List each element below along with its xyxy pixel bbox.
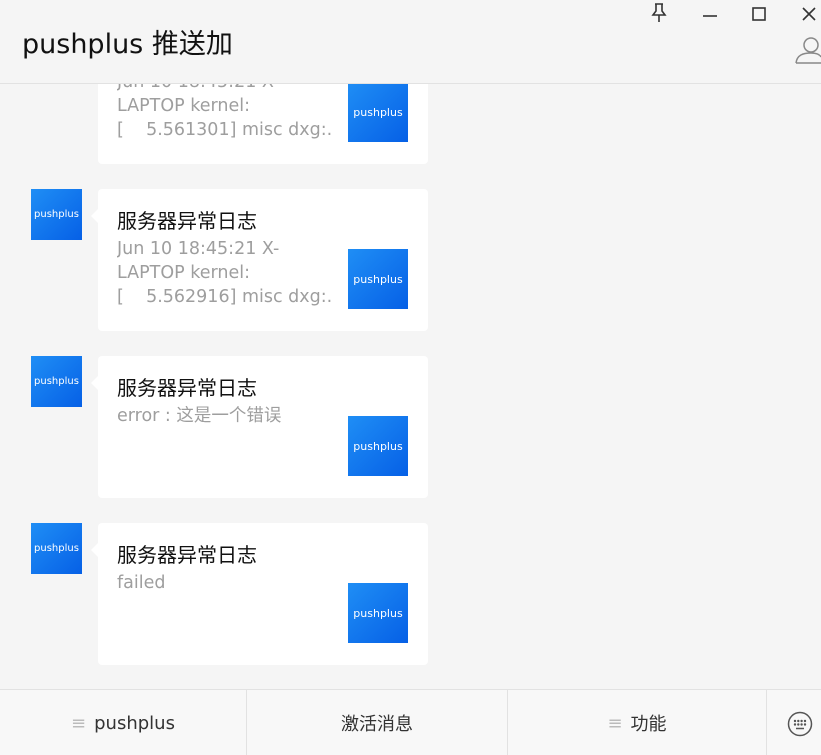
sender-avatar: pushplus bbox=[31, 523, 82, 574]
message-thumbnail: pushplus bbox=[348, 84, 408, 142]
menu-label: 功能 bbox=[630, 714, 667, 735]
close-button[interactable] bbox=[794, 0, 821, 26]
message-card[interactable]: 服务器异常日志 Jun 10 18:45:21 X- LAPTOP kernel… bbox=[91, 189, 428, 331]
message-body: failed bbox=[117, 573, 166, 593]
message-title: 服务器异常日志 bbox=[117, 209, 257, 233]
maximize-button[interactable] bbox=[744, 0, 774, 26]
title-bar: pushplus 推送加 bbox=[0, 0, 821, 84]
menu-label: 激活消息 bbox=[341, 714, 413, 735]
menu-icon: ≡ bbox=[71, 712, 87, 734]
user-profile-button[interactable] bbox=[791, 34, 821, 66]
message-title: 服务器异常日志 bbox=[117, 543, 257, 567]
pin-icon bbox=[651, 3, 667, 22]
message-card[interactable]: Jun 10 18:45:21 X- LAPTOP kernel: [ 5.56… bbox=[98, 84, 428, 164]
menu-activate-message[interactable]: 激活消息 bbox=[247, 690, 507, 755]
menu-functions[interactable]: ≡ 功能 bbox=[508, 690, 766, 755]
menu-icon: ≡ bbox=[607, 712, 623, 734]
menu-pushplus[interactable]: ≡ pushplus bbox=[0, 690, 246, 755]
message-body: Jun 10 18:45:21 X- LAPTOP kernel: [ 5.56… bbox=[117, 84, 333, 140]
message-card[interactable]: 服务器异常日志 failed pushplus bbox=[91, 523, 428, 665]
message-thumbnail: pushplus bbox=[348, 583, 408, 643]
minimize-icon bbox=[703, 15, 717, 17]
pin-button[interactable] bbox=[644, 0, 674, 26]
sender-avatar: pushplus bbox=[31, 189, 82, 240]
chat-title: pushplus 推送加 bbox=[22, 29, 233, 60]
keyboard-toggle-button[interactable] bbox=[787, 711, 813, 737]
sender-avatar: pushplus bbox=[31, 356, 82, 407]
message-title: 服务器异常日志 bbox=[117, 376, 257, 400]
menu-label: pushplus bbox=[94, 712, 175, 734]
keyboard-icon bbox=[787, 711, 813, 737]
minimize-button[interactable] bbox=[695, 0, 725, 26]
message-body: Jun 10 18:45:21 X- LAPTOP kernel: [ 5.56… bbox=[117, 239, 333, 307]
message-thumbnail: pushplus bbox=[348, 416, 408, 476]
message-body: error : 这是一个错误 bbox=[117, 406, 282, 426]
menu-divider bbox=[766, 690, 767, 755]
maximize-icon bbox=[752, 7, 766, 21]
message-card[interactable]: 服务器异常日志 error : 这是一个错误 pushplus bbox=[91, 356, 428, 498]
message-thumbnail: pushplus bbox=[348, 249, 408, 309]
close-icon bbox=[802, 7, 816, 21]
user-icon bbox=[795, 37, 821, 64]
bottom-menu-bar: ≡ pushplus 激活消息 ≡ 功能 bbox=[0, 689, 821, 755]
message-list[interactable]: Jun 10 18:45:21 X- LAPTOP kernel: [ 5.56… bbox=[0, 84, 821, 689]
